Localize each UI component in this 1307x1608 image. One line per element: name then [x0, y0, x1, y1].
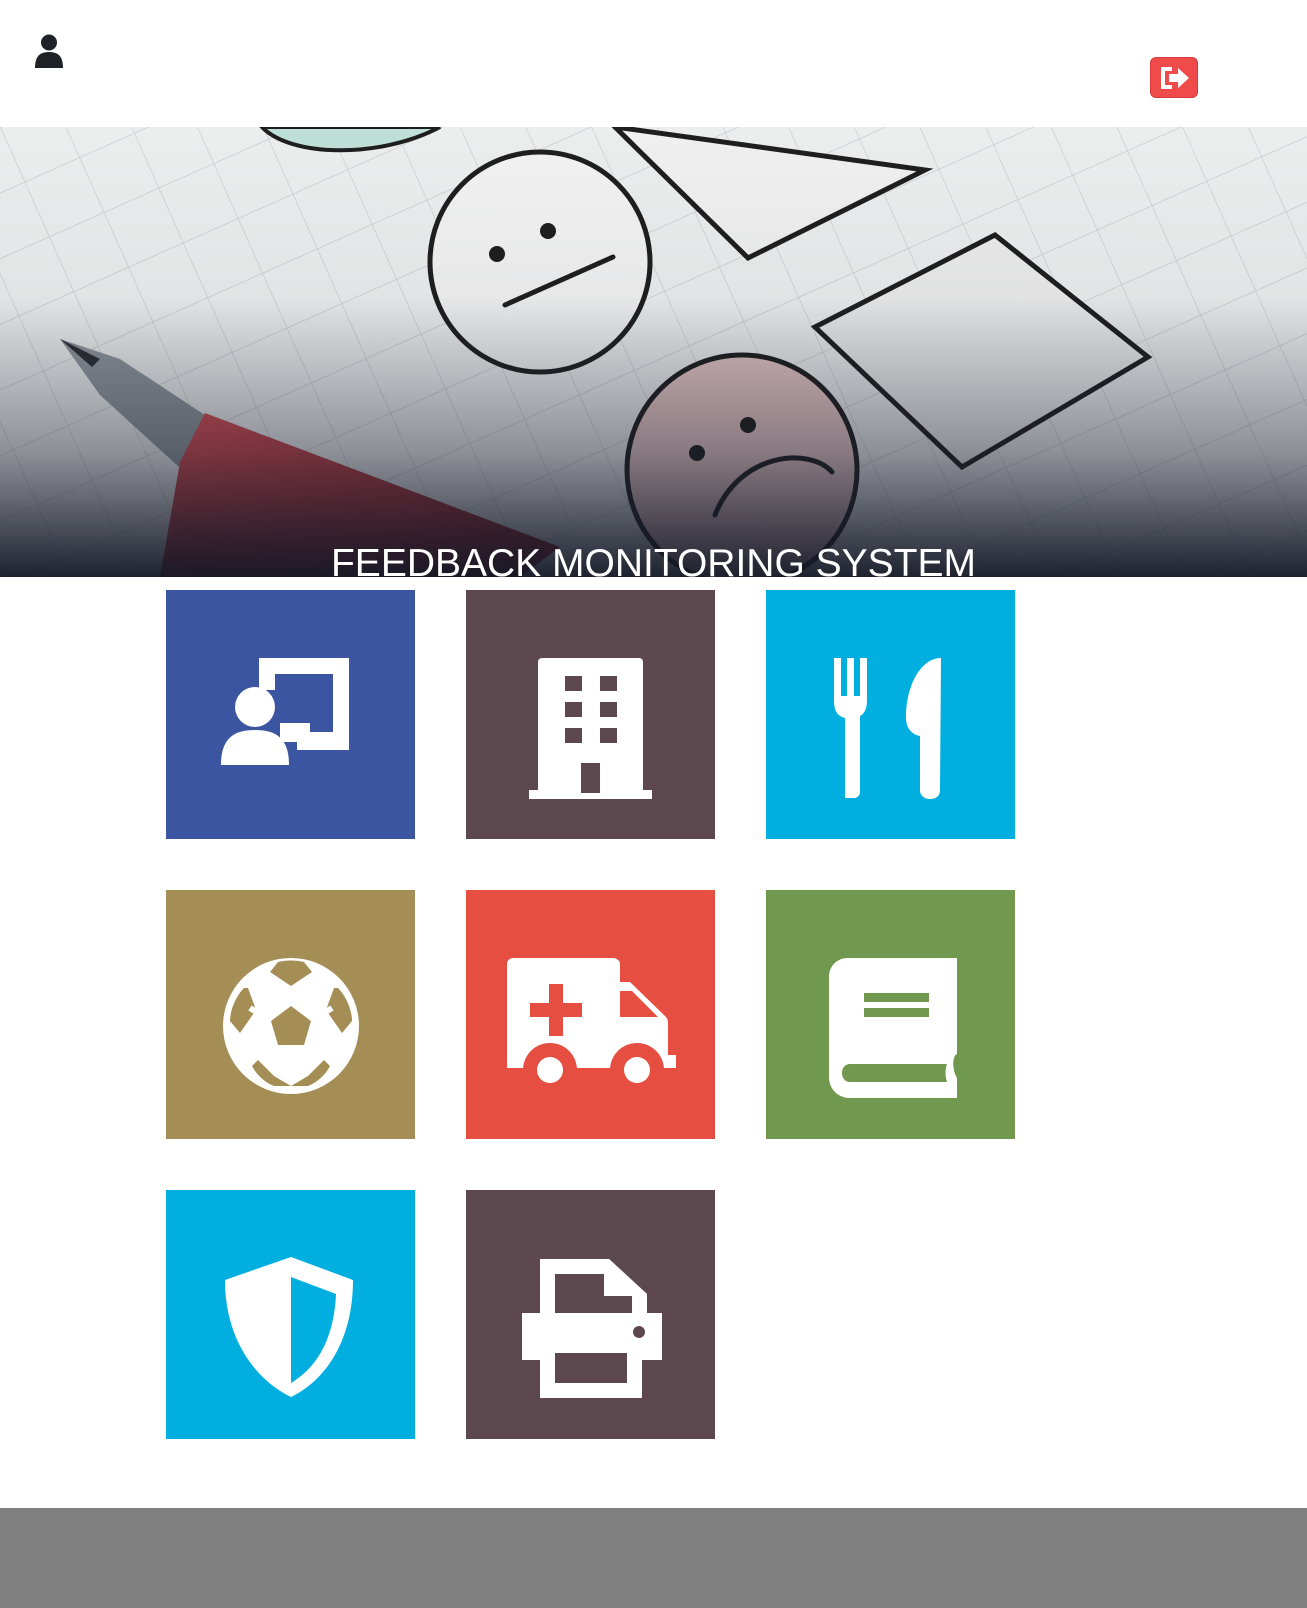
tile-building[interactable] [466, 590, 715, 839]
page-footer [0, 1508, 1307, 1608]
user-icon[interactable] [34, 34, 64, 68]
tile-classroom[interactable] [166, 590, 415, 839]
tile-sports[interactable] [166, 890, 415, 1139]
hero-image [0, 127, 1307, 577]
top-navbar [0, 0, 1307, 127]
tile-medical[interactable] [466, 890, 715, 1139]
tile-dining[interactable] [766, 590, 1015, 839]
tile-library[interactable] [766, 890, 1015, 1139]
hero-title: FEEDBACK MONITORING SYSTEM [330, 542, 977, 577]
tile-security[interactable] [166, 1190, 415, 1439]
logout-button[interactable] [1150, 57, 1198, 98]
hero-banner: FEEDBACK MONITORING SYSTEM [0, 127, 1307, 577]
tile-printing[interactable] [466, 1190, 715, 1439]
